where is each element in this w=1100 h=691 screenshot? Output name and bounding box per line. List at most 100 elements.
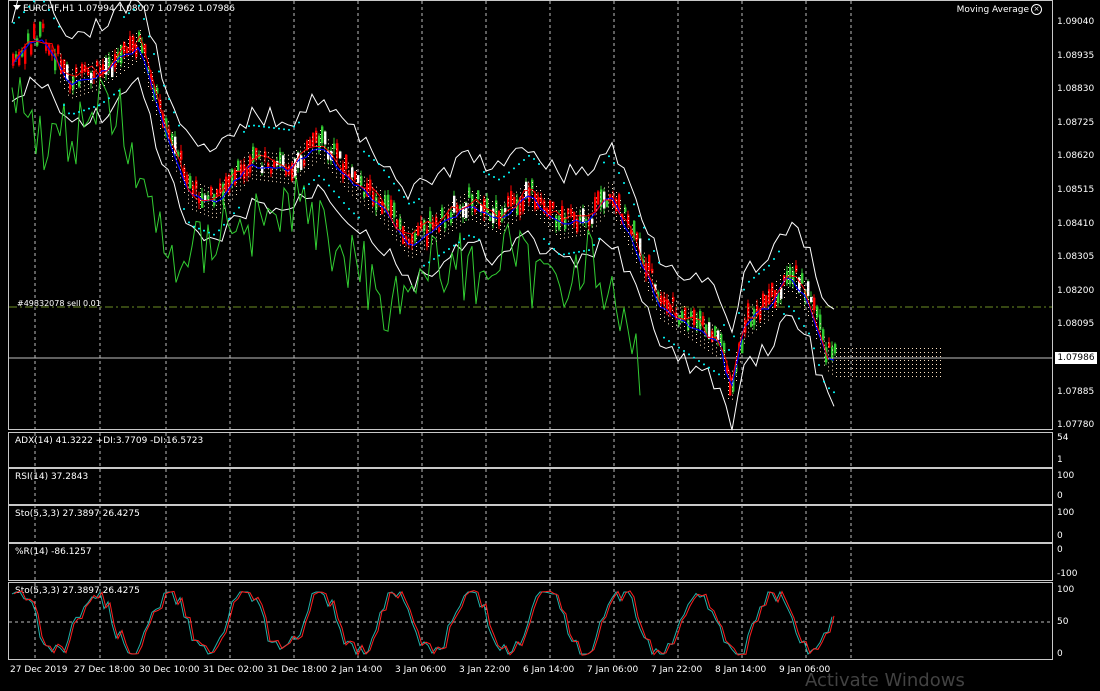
ichimoku-cloud-dot xyxy=(256,178,257,180)
ichimoku-cloud-dot xyxy=(576,211,577,213)
ichimoku-cloud-dot xyxy=(224,183,225,185)
ichimoku-cloud-dot xyxy=(464,198,465,199)
ichimoku-cloud-dot xyxy=(488,207,489,208)
ichimoku-cloud-dot xyxy=(84,93,85,95)
ichimoku-cloud-dot xyxy=(784,285,785,286)
ichimoku-cloud-dot xyxy=(936,364,937,365)
ichimoku-cloud-dot xyxy=(260,159,261,161)
ichimoku-cloud-dot xyxy=(716,327,717,329)
ichimoku-cloud-dot xyxy=(800,283,801,284)
ichimoku-cloud-dot xyxy=(320,134,321,135)
ichimoku-cloud-dot xyxy=(568,232,569,234)
ichimoku-cloud-dot xyxy=(440,222,441,223)
ichimoku-cloud-dot xyxy=(400,232,401,234)
ichimoku-cloud-dot xyxy=(724,378,725,379)
ichimoku-cloud-dot xyxy=(404,242,405,243)
ichimoku-cloud-dot xyxy=(204,205,205,207)
ichimoku-cloud-dot xyxy=(780,287,781,288)
ichimoku-cloud-dot xyxy=(88,92,89,93)
ichimoku-cloud-dot xyxy=(712,340,713,342)
ichimoku-cloud-dot xyxy=(676,300,677,302)
ichimoku-cloud-dot xyxy=(856,352,857,353)
ichimoku-cloud-dot xyxy=(560,234,561,235)
ichimoku-cloud-dot xyxy=(176,170,177,172)
ichimoku-cloud-dot xyxy=(896,348,897,349)
ichimoku-cloud-dot xyxy=(800,275,801,276)
ichimoku-cloud-dot xyxy=(764,306,765,308)
scale-tick: 100 xyxy=(1057,508,1075,518)
ichimoku-cloud-dot xyxy=(388,212,389,214)
ichimoku-cloud-dot xyxy=(712,324,713,326)
ichimoku-cloud-dot xyxy=(592,214,593,216)
ichimoku-cloud-dot xyxy=(592,202,593,204)
ichimoku-cloud-dot xyxy=(208,199,209,201)
ichimoku-cloud-dot xyxy=(912,364,913,365)
ichimoku-cloud-dot xyxy=(388,228,389,230)
ichimoku-cloud-dot xyxy=(804,301,805,302)
ichimoku-cloud-dot xyxy=(248,164,249,166)
ichimoku-cloud-dot xyxy=(496,219,497,220)
ichimoku-cloud-dot xyxy=(72,73,73,75)
ichimoku-cloud-dot xyxy=(624,228,625,229)
ichimoku-cloud-dot xyxy=(252,174,253,176)
parabolic-sar-dot xyxy=(723,324,725,326)
ichimoku-cloud-dot xyxy=(700,340,701,342)
ichimoku-cloud-dot xyxy=(740,353,741,355)
ichimoku-cloud-dot xyxy=(660,306,661,307)
ichimoku-cloud-dot xyxy=(84,77,85,79)
parabolic-sar-dot xyxy=(528,154,530,157)
ichimoku-cloud-dot xyxy=(412,236,413,238)
ichimoku-cloud-dot xyxy=(796,285,797,286)
ichimoku-cloud-dot xyxy=(288,162,289,164)
ichimoku-cloud-dot xyxy=(652,295,653,297)
ichimoku-cloud-dot xyxy=(680,303,681,305)
ichimoku-cloud-dot xyxy=(432,243,433,245)
ichimoku-cloud-dot xyxy=(216,204,217,206)
ichimoku-cloud-dot xyxy=(356,186,357,187)
parabolic-sar-dot xyxy=(58,25,60,28)
ichimoku-cloud-dot xyxy=(192,208,193,210)
ichimoku-cloud-dot xyxy=(428,226,429,227)
ichimoku-cloud-dot xyxy=(504,221,505,223)
price-scale[interactable]: 1.09040 1.08935 1.08830 1.08725 1.08620 … xyxy=(1053,0,1100,430)
ichimoku-cloud-dot xyxy=(412,252,413,254)
ichimoku-cloud-dot xyxy=(672,310,673,311)
ichimoku-cloud-dot xyxy=(620,224,621,225)
ichimoku-cloud-dot xyxy=(328,143,329,145)
ichimoku-cloud-dot xyxy=(368,196,369,197)
ichimoku-cloud-dot xyxy=(864,368,865,369)
ichimoku-cloud-dot xyxy=(636,262,637,263)
ichimoku-cloud-dot xyxy=(680,327,681,329)
time-tick: 3 Jan 06:00 xyxy=(395,665,447,675)
ichimoku-cloud-dot xyxy=(168,125,169,127)
ichimoku-cloud-dot xyxy=(232,186,233,188)
ichimoku-cloud-dot xyxy=(464,202,465,203)
ichimoku-cloud-dot xyxy=(132,44,133,45)
ichimoku-cloud-dot xyxy=(528,189,529,191)
ichimoku-cloud-dot xyxy=(768,319,769,321)
ichimoku-cloud-dot xyxy=(732,370,733,372)
ichimoku-cloud-dot xyxy=(144,52,145,53)
parabolic-sar-dot xyxy=(738,312,740,314)
ichimoku-cloud-dot xyxy=(356,170,357,171)
ichimoku-cloud-dot xyxy=(496,207,497,208)
ichimoku-cloud-dot xyxy=(424,224,425,226)
ichimoku-cloud-dot xyxy=(140,30,141,31)
ichimoku-cloud-dot xyxy=(380,202,381,203)
ichimoku-cloud-dot xyxy=(468,199,469,201)
ichimoku-cloud-dot xyxy=(664,312,665,314)
ichimoku-cloud-dot xyxy=(868,360,869,361)
ichimoku-cloud-dot xyxy=(308,140,309,141)
ichimoku-cloud-dot xyxy=(724,366,725,367)
ichimoku-cloud-dot xyxy=(164,138,165,140)
ichimoku-cloud-dot xyxy=(576,231,577,233)
ichimoku-cloud-dot xyxy=(236,186,237,187)
ichimoku-cloud-dot xyxy=(376,186,377,188)
ichimoku-cloud-dot xyxy=(104,81,105,82)
ichimoku-cloud-dot xyxy=(448,208,449,210)
ichimoku-cloud-dot xyxy=(724,354,725,355)
ichimoku-cloud-dot xyxy=(384,211,385,213)
ichimoku-cloud-dot xyxy=(480,215,481,216)
ichimoku-cloud-dot xyxy=(388,224,389,226)
ichimoku-cloud-dot xyxy=(780,279,781,280)
